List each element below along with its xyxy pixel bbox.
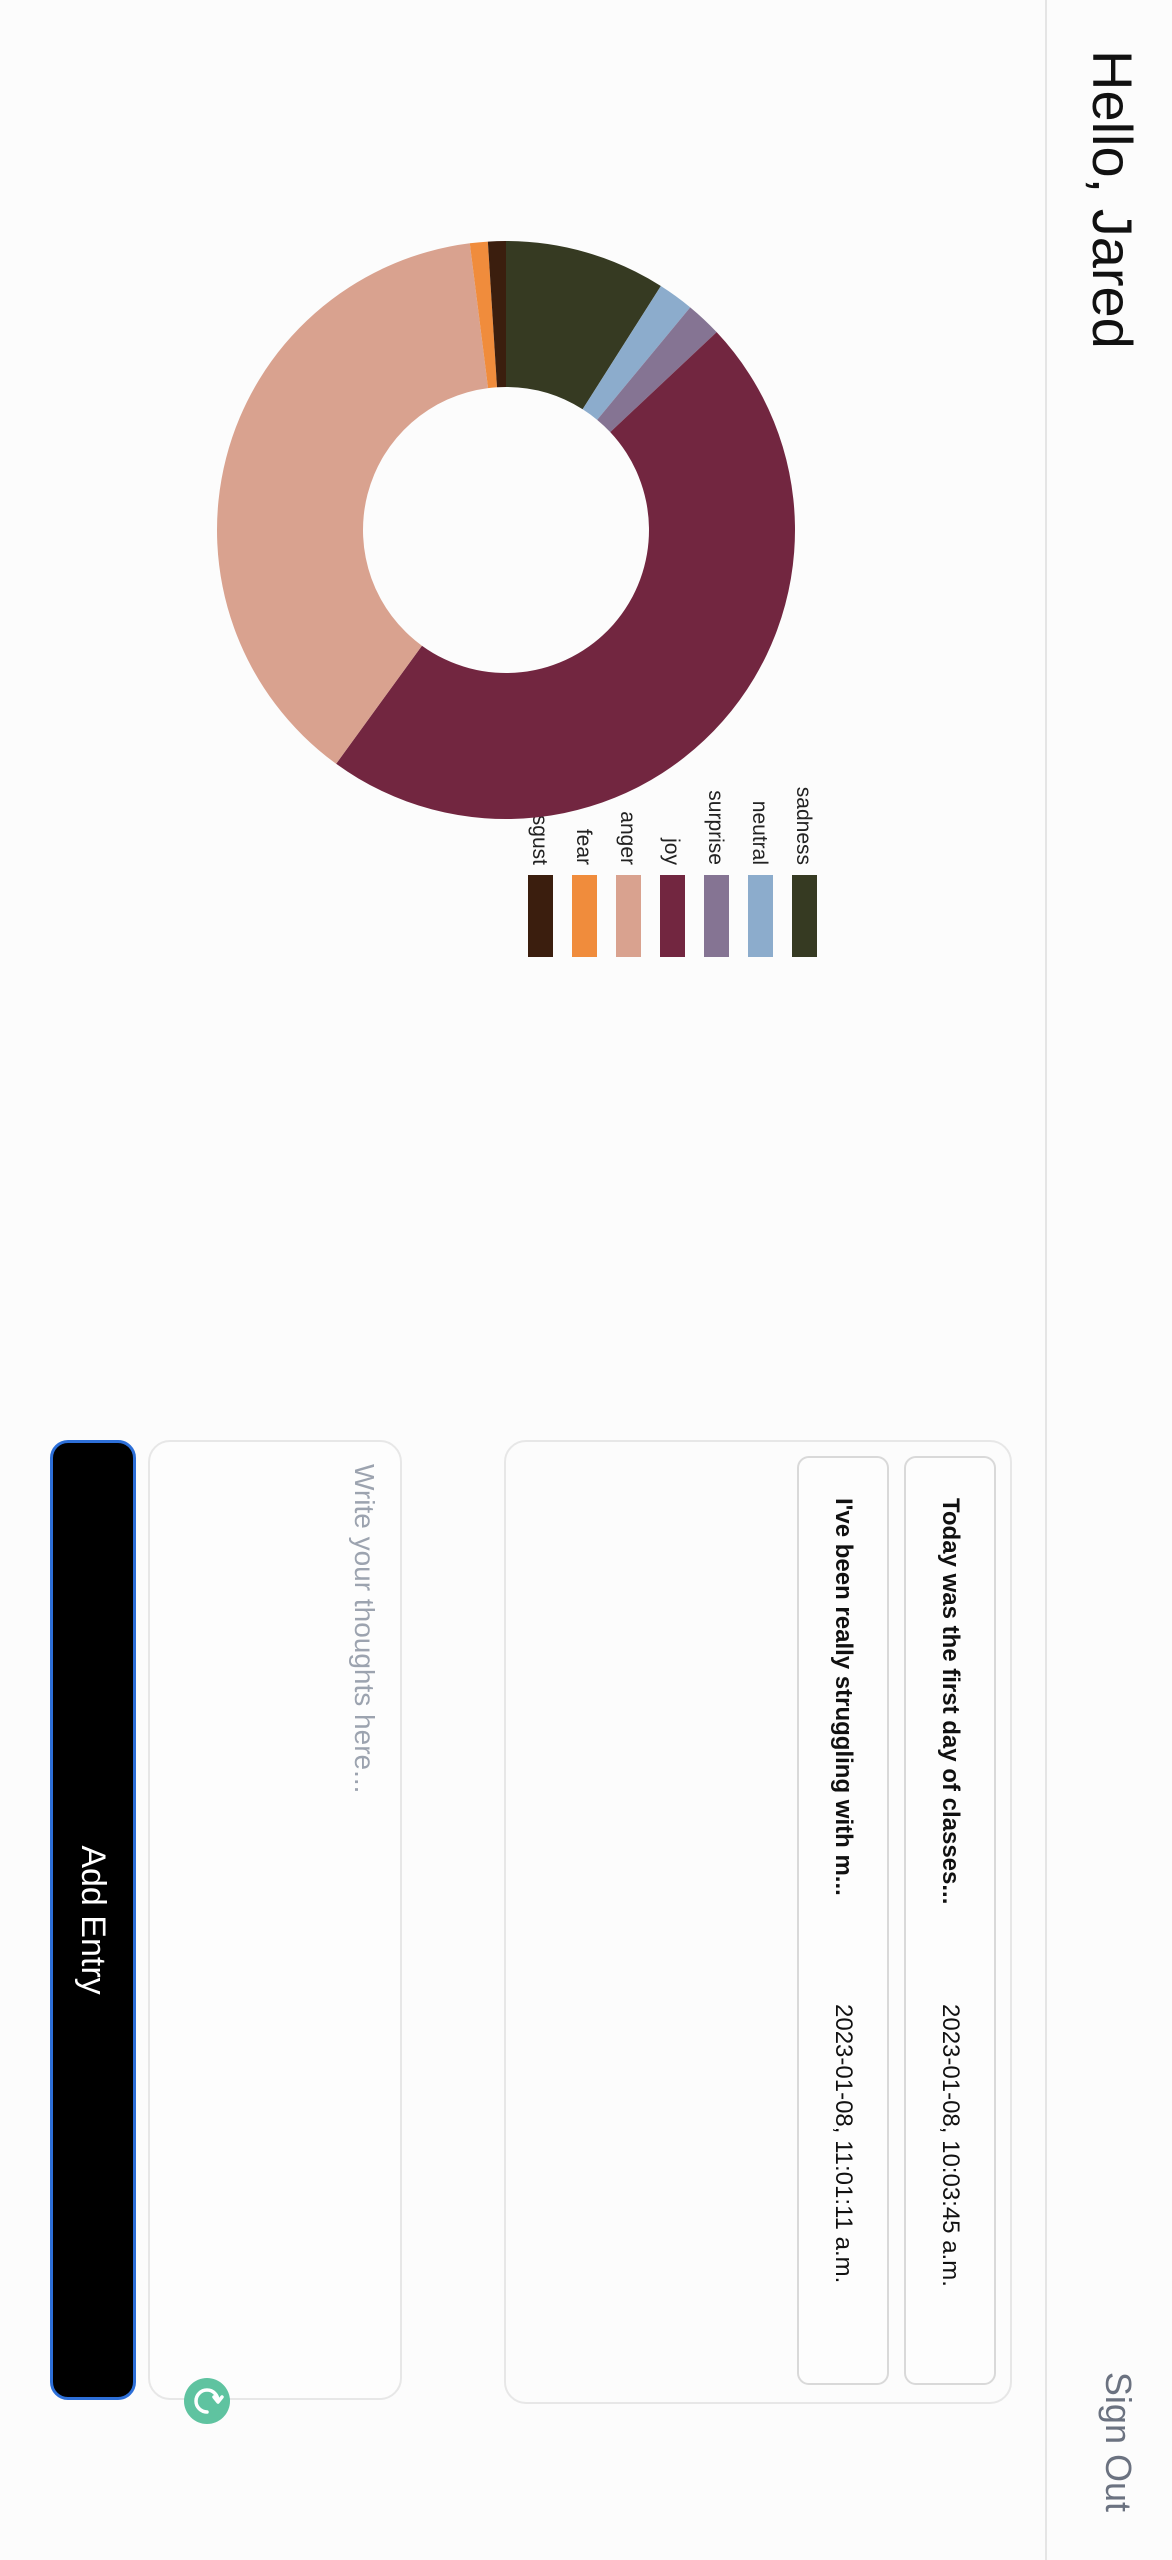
- legend-swatch-surprise: [704, 875, 729, 957]
- chart-legend: sadnessneutralsurprisejoyangerfeardisgus…: [528, 787, 817, 957]
- legend-swatch-fear: [572, 875, 597, 957]
- entry-title: Today was the first day of classes...: [937, 1498, 964, 1905]
- legend-label-surprise: surprise: [704, 790, 727, 865]
- emotion-donut-chart: sadnessneutralsurprisejoyangerfeardisgus…: [217, 241, 817, 957]
- legend-label-neutral: neutral: [748, 801, 771, 865]
- sign-out-link[interactable]: Sign Out: [1097, 2372, 1140, 2512]
- legend-label-sadness: sadness: [792, 787, 815, 865]
- journal-entry-box: [148, 1440, 402, 2400]
- entry-row[interactable]: I've been really struggling with m... 20…: [797, 1456, 889, 2385]
- refresh-icon[interactable]: [184, 2378, 230, 2424]
- legend-swatch-sadness: [792, 875, 817, 957]
- legend-swatch-disgust: [528, 875, 553, 957]
- entries-list: Today was the first day of classes... 20…: [504, 1440, 1012, 2404]
- journal-entry-input[interactable]: [168, 1462, 382, 2306]
- entry-title: I've been really struggling with m...: [830, 1498, 857, 1896]
- legend-swatch-neutral: [748, 875, 773, 957]
- chart-slices: [217, 241, 795, 820]
- entry-timestamp: 2023-01-08, 11:01:11 a.m.: [830, 2004, 857, 2284]
- legend-label-fear: fear: [572, 829, 595, 865]
- add-entry-button[interactable]: Add Entry: [50, 1440, 136, 2400]
- legend-swatch-joy: [660, 875, 685, 957]
- legend-label-joy: joy: [660, 837, 683, 865]
- legend-swatch-anger: [616, 875, 641, 957]
- legend-label-anger: anger: [616, 811, 639, 865]
- entry-row[interactable]: Today was the first day of classes... 20…: [904, 1456, 996, 2385]
- entry-timestamp: 2023-01-08, 10:03:45 a.m.: [937, 2004, 964, 2287]
